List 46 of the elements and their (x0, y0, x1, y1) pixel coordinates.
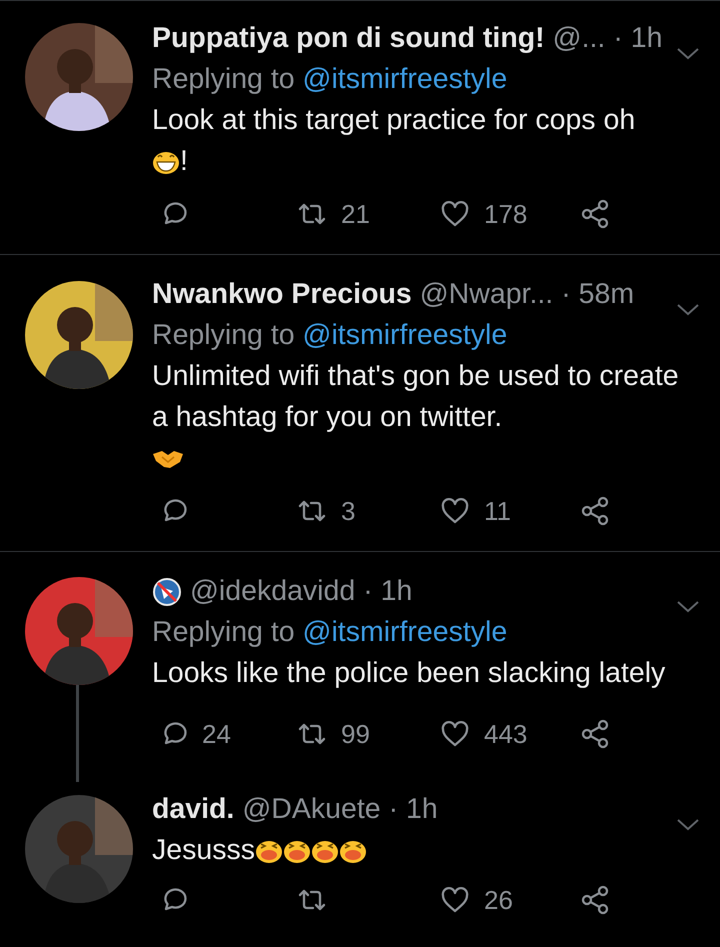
timestamp: · 1h (613, 21, 662, 56)
user-handle[interactable]: @DAkuete (242, 789, 381, 830)
reply-button[interactable]: 24 (158, 712, 233, 756)
heart-icon (440, 720, 470, 748)
retweet-icon (297, 498, 327, 524)
share-icon (580, 199, 610, 229)
display-name[interactable]: Puppatiya pon di sound ting! (152, 18, 545, 59)
user-handle[interactable]: @idekdavidd (190, 571, 356, 612)
like-button[interactable]: 178 (438, 192, 530, 236)
retweet-button[interactable]: 3 (295, 488, 358, 534)
display-name[interactable]: david. (152, 789, 234, 830)
share-icon (580, 885, 610, 915)
retweet-icon (297, 201, 327, 227)
caret-icon[interactable] (676, 303, 700, 317)
mention-link[interactable]: @itsmirfreestyle (302, 63, 508, 95)
timestamp: · 58m (561, 277, 634, 312)
like-button[interactable]: 11 (438, 488, 513, 534)
like-button[interactable]: 26 (438, 878, 515, 922)
tweet-text: Jesusss (152, 833, 255, 868)
mention-link[interactable]: @itsmirfreestyle (302, 319, 508, 351)
tweet-text: Look at this target practice for cops oh (152, 103, 636, 138)
retweet-icon (297, 721, 327, 747)
heart-icon (440, 886, 470, 914)
mention-link[interactable]: @itsmirfreestyle (302, 616, 508, 648)
timestamp: · 1h (363, 574, 412, 609)
like-button[interactable]: 443 (438, 712, 530, 756)
caret-icon[interactable] (676, 47, 700, 61)
replying-label: Replying to (152, 63, 295, 95)
caret-icon[interactable] (676, 600, 700, 614)
timestamp: · 1h (388, 792, 438, 827)
tweet-text: ! (180, 144, 188, 179)
share-icon (580, 719, 610, 749)
heart-icon (440, 497, 470, 525)
replying-label: Replying to (152, 616, 295, 648)
user-handle[interactable]: @... (552, 18, 606, 59)
retweet-icon (297, 887, 327, 913)
share-icon (580, 496, 610, 526)
retweet-button[interactable]: 99 (295, 712, 372, 756)
retweet-button[interactable]: 21 (295, 192, 372, 236)
tweet-text: Unlimited wifi that's gon be used to create a hashtag for you on twitter. (152, 359, 680, 435)
replying-label: Replying to (152, 319, 295, 351)
tweet-text: Looks like the police been slacking lately (152, 656, 666, 691)
display-name[interactable]: Nwankwo Precious (152, 274, 412, 315)
user-handle[interactable]: @Nwapr... (420, 274, 554, 315)
caret-icon[interactable] (676, 818, 700, 832)
heart-icon (440, 200, 470, 228)
